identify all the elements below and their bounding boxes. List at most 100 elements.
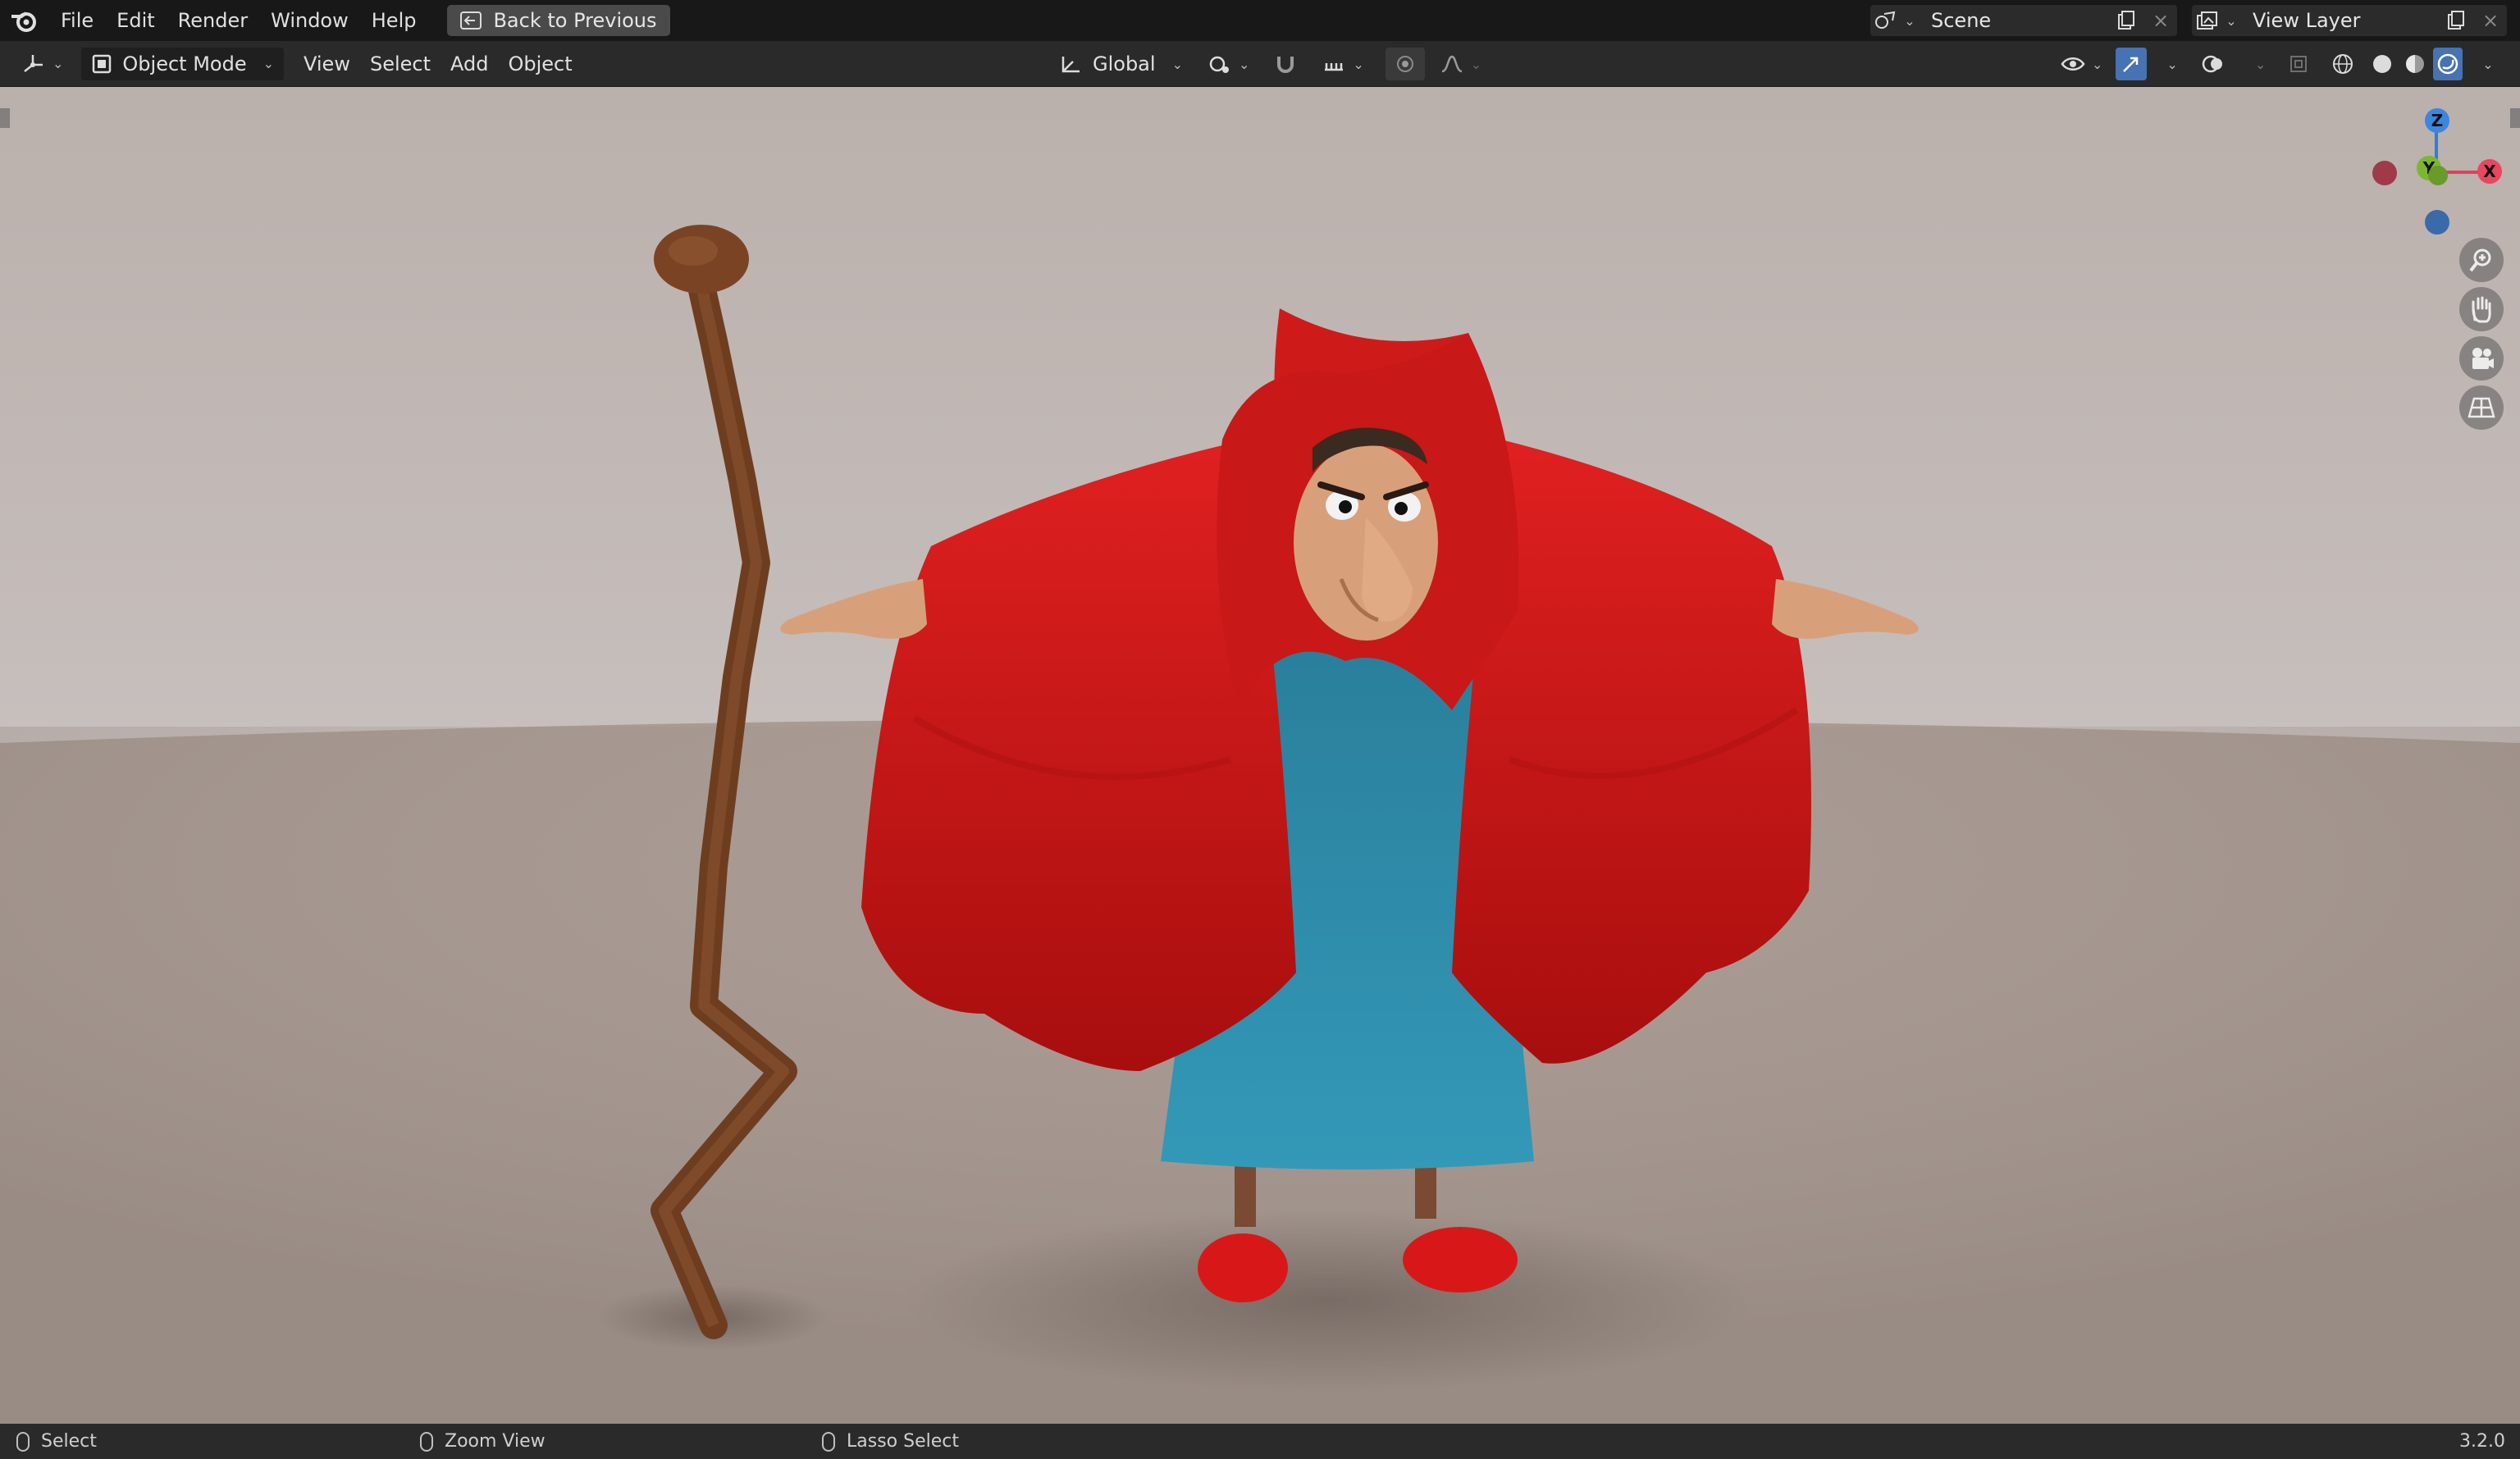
scene-icon: [1874, 11, 1897, 30]
solid-sphere-icon: [2371, 52, 2394, 75]
view-layer-icon: [2196, 11, 2219, 30]
object-mode-dropdown[interactable]: Object Mode ⌄: [81, 47, 284, 80]
chevron-down-icon: ⌄: [2226, 12, 2237, 29]
pivot-point-dropdown[interactable]: ⌄: [1198, 48, 1259, 80]
close-icon[interactable]: ×: [2474, 5, 2507, 36]
perspective-grid-icon[interactable]: [2459, 385, 2504, 430]
snap-increment-icon: [1322, 53, 1346, 75]
chevron-down-icon: ⌄: [1171, 56, 1183, 72]
chevron-down-icon: ⌄: [1904, 12, 1915, 29]
navigation-gizmo[interactable]: Z Y X: [2371, 103, 2502, 243]
pivot-icon: [1208, 53, 1232, 75]
material-sphere-icon: [2404, 52, 2426, 75]
overlays-toggle[interactable]: [2191, 48, 2235, 80]
transform-tools: Global ⌄ ⌄ ⌄ ⌄: [1050, 48, 1491, 80]
z-axis-icon[interactable]: Z: [2425, 108, 2449, 133]
status-zoom-view-label: Zoom View: [445, 1431, 546, 1452]
status-select-label: Select: [41, 1431, 97, 1452]
neg-z-axis-icon[interactable]: [2425, 210, 2449, 235]
scene-name-field[interactable]: Scene: [1920, 5, 2108, 36]
chevron-down-icon: ⌄: [52, 56, 64, 71]
menu-help[interactable]: Help: [360, 0, 428, 41]
rendered-scene: [0, 225, 2520, 1424]
visibility-dropdown[interactable]: ⌄: [2051, 48, 2112, 80]
gizmo-dropdown[interactable]: ⌄: [2150, 48, 2187, 80]
proportional-editing-toggle[interactable]: [1385, 48, 1425, 80]
x-axis-icon[interactable]: X: [2477, 159, 2502, 184]
viewport-header: ⌄ Object Mode ⌄ View Select Add Object G…: [0, 41, 2520, 87]
close-icon[interactable]: ×: [2144, 5, 2177, 36]
xray-toggle[interactable]: [2279, 48, 2318, 80]
rendered-shading-button[interactable]: [2433, 48, 2463, 80]
view-layer-name-field[interactable]: View Layer: [2241, 5, 2438, 36]
mouse-middle-icon: [420, 1431, 433, 1452]
blender-logo-icon[interactable]: [0, 0, 49, 41]
new-view-layer-icon[interactable]: [2438, 5, 2474, 36]
blender-version: 3.2.0: [2459, 1431, 2505, 1452]
falloff-curve-icon: [1440, 53, 1464, 75]
version-label: 3.2.0: [2459, 1424, 2505, 1459]
viewport-3d-icon: [21, 53, 46, 75]
menu-file[interactable]: File: [49, 0, 105, 41]
proportional-editing-icon: [1395, 54, 1415, 74]
status-select: Select: [16, 1424, 97, 1459]
3d-viewport[interactable]: Z Y X: [0, 87, 2520, 1424]
menu-view[interactable]: View: [294, 48, 360, 80]
chevron-down-icon: ⌄: [1353, 56, 1364, 72]
wireframe-sphere-icon: [2331, 52, 2354, 75]
snap-target-dropdown[interactable]: ⌄: [1312, 48, 1373, 80]
toolbar-toggle-arrow-icon[interactable]: [0, 108, 10, 128]
scene-browse-button[interactable]: ⌄: [1870, 5, 1920, 36]
mouse-left-icon: [16, 1431, 30, 1452]
chevron-down-icon: ⌄: [1470, 56, 1482, 72]
status-lasso-select: Lasso Select: [822, 1424, 959, 1459]
viewport-display-tools: ⌄ ⌄ ⌄ ⌄: [2051, 48, 2520, 80]
material-preview-button[interactable]: [2400, 48, 2430, 80]
magnet-icon: [1274, 53, 1297, 75]
chevron-down-icon: ⌄: [262, 56, 274, 71]
orientation-icon: [1060, 53, 1083, 75]
solid-shading-button[interactable]: [2367, 48, 2397, 80]
overlays-dropdown[interactable]: ⌄: [2239, 48, 2276, 80]
chevron-down-icon: ⌄: [2254, 56, 2267, 72]
menu-render[interactable]: Render: [167, 0, 259, 41]
mouse-right-icon: [822, 1431, 835, 1452]
status-lasso-select-label: Lasso Select: [847, 1431, 959, 1452]
transform-orientation-dropdown[interactable]: Global ⌄: [1050, 48, 1193, 80]
editor-type-button[interactable]: ⌄: [11, 48, 73, 80]
zoom-view-icon[interactable]: [2459, 238, 2504, 282]
back-arrow-icon: [460, 11, 482, 30]
neg-x-axis-icon[interactable]: [2372, 161, 2397, 185]
overlays-icon: [2201, 53, 2226, 75]
gizmo-toggle[interactable]: [2116, 48, 2148, 80]
camera-view-icon[interactable]: [2459, 336, 2504, 381]
sidebar-toggle-arrow-icon[interactable]: [2510, 108, 2520, 128]
scene-selector: ⌄ Scene ×: [1870, 5, 2177, 36]
object-mode-icon: [91, 53, 112, 75]
shading-dropdown[interactable]: ⌄: [2466, 48, 2503, 80]
scene-name-label: Scene: [1931, 9, 1992, 32]
rendered-sphere-icon: [2436, 52, 2459, 75]
menu-select[interactable]: Select: [360, 48, 441, 80]
back-to-previous-label: Back to Previous: [493, 9, 657, 32]
top-bar: File Edit Render Window Help Back to Pre…: [0, 0, 2520, 41]
wireframe-shading-button[interactable]: [2321, 48, 2364, 80]
gizmo-icon: [2121, 53, 2142, 75]
chevron-down-icon: ⌄: [1238, 56, 1250, 72]
view-layer-browse-button[interactable]: ⌄: [2192, 5, 2241, 36]
menu-object[interactable]: Object: [498, 48, 582, 80]
new-scene-icon[interactable]: [2108, 5, 2144, 36]
eye-icon: [2061, 54, 2085, 74]
menu-window[interactable]: Window: [259, 0, 360, 41]
proportional-falloff-dropdown[interactable]: ⌄: [1430, 48, 1491, 80]
xray-icon: [2289, 54, 2308, 74]
pan-hand-icon[interactable]: [2459, 287, 2504, 331]
view-layer-name-label: View Layer: [2253, 9, 2361, 32]
chevron-down-icon: ⌄: [2166, 56, 2178, 72]
menu-edit[interactable]: Edit: [105, 0, 166, 41]
menu-add[interactable]: Add: [441, 48, 498, 80]
center-y-dot-icon[interactable]: [2428, 166, 2448, 185]
snap-toggle[interactable]: [1264, 48, 1307, 80]
chevron-down-icon: ⌄: [2482, 56, 2494, 72]
back-to-previous-button[interactable]: Back to Previous: [447, 5, 670, 36]
